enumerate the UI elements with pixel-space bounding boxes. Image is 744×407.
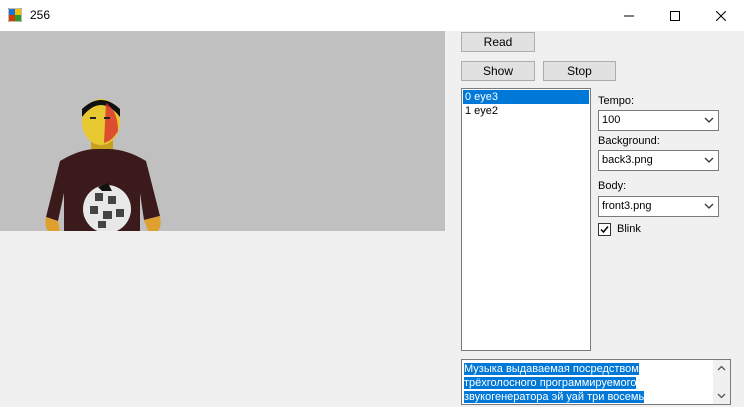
description-line: трёхголосного программируемого [464, 377, 637, 389]
background-select[interactable]: back3.png [598, 150, 719, 171]
tempo-select[interactable]: 100 [598, 110, 719, 131]
tempo-label: Tempo: [598, 95, 635, 107]
close-icon [716, 10, 726, 21]
checkmark-icon [600, 226, 609, 234]
minimize-button[interactable] [606, 0, 652, 31]
eye-listbox[interactable]: 0 eye3 1 eye2 [461, 88, 591, 351]
body-select[interactable]: front3.png [598, 196, 719, 217]
scroll-down-icon[interactable] [717, 393, 726, 399]
description-line: звукогенератора эй уай три восемь [464, 391, 645, 403]
description-text: Музыка выдаваемая посредством трёхголосн… [464, 362, 706, 404]
textbox-scrollbar[interactable] [713, 360, 730, 404]
character-sprite [45, 99, 161, 231]
chevron-down-icon [704, 157, 714, 163]
chevron-down-icon [704, 203, 714, 209]
app-icon [8, 8, 22, 22]
stop-button[interactable]: Stop [543, 61, 616, 81]
description-line: Музыка выдаваемая посредством [464, 363, 639, 375]
close-button[interactable] [698, 0, 744, 31]
blink-label: Blink [617, 223, 641, 235]
body-value: front3.png [602, 200, 652, 212]
maximize-icon [670, 10, 680, 21]
scroll-up-icon[interactable] [717, 365, 726, 371]
blink-checkbox[interactable] [598, 223, 611, 236]
body-label: Body: [598, 180, 627, 192]
tempo-value: 100 [602, 114, 621, 126]
maximize-button[interactable] [652, 0, 698, 31]
minimize-icon [624, 15, 634, 16]
title-bar: 256 [0, 0, 744, 31]
description-textbox[interactable]: Музыка выдаваемая посредством трёхголосн… [461, 359, 731, 405]
show-button[interactable]: Show [461, 61, 535, 81]
window-title: 256 [30, 8, 51, 22]
read-button[interactable]: Read [461, 32, 535, 52]
list-item[interactable]: 0 eye3 [463, 90, 589, 104]
chevron-down-icon [704, 117, 714, 123]
preview-area [0, 31, 445, 231]
background-label: Background: [598, 135, 660, 147]
list-item[interactable]: 1 eye2 [463, 104, 589, 118]
background-value: back3.png [602, 154, 653, 166]
